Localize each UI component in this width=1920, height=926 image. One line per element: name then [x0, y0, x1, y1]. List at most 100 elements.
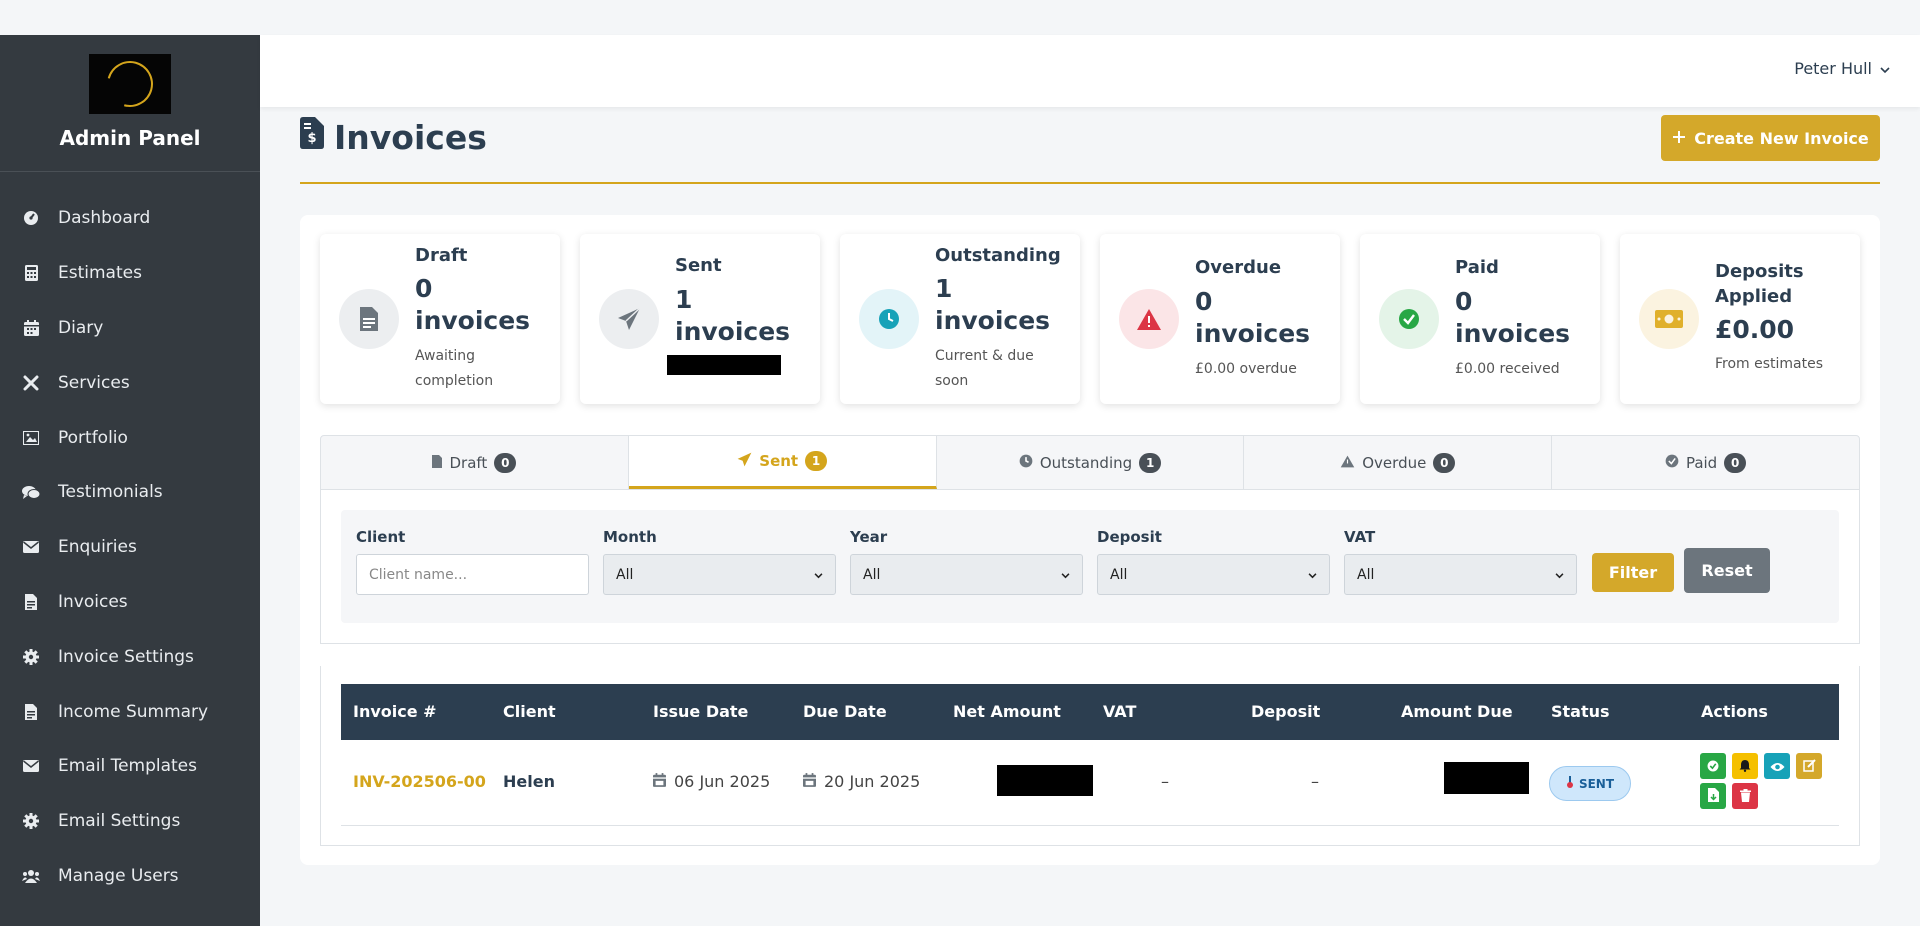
sidebar-item-manage-users[interactable]: Manage Users: [0, 849, 260, 904]
deposit-value: –: [1311, 772, 1319, 791]
sidebar-item-label: Dashboard: [58, 208, 151, 229]
chevron-down-icon: [1061, 567, 1070, 583]
tab-outstanding[interactable]: Outstanding 1: [937, 436, 1245, 489]
status-text: SENT: [1578, 776, 1615, 791]
sidebar-nav: Dashboard Estimates Diary Services Portf…: [0, 172, 260, 903]
paper-plane-icon: [737, 452, 752, 471]
sidebar-item-diary[interactable]: Diary: [0, 301, 260, 356]
month-label: Month: [603, 528, 657, 546]
download-pdf-button[interactable]: [1700, 783, 1726, 809]
sidebar-item-label: Email Templates: [58, 756, 197, 777]
sidebar-item-email-templates[interactable]: Email Templates: [0, 739, 260, 794]
money-icon: [1639, 289, 1699, 349]
stat-subtext: Current & due soon: [935, 347, 1034, 390]
sidebar-item-portfolio[interactable]: Portfolio: [0, 410, 260, 465]
reset-button[interactable]: Reset: [1684, 548, 1770, 593]
sidebar-item-enquiries[interactable]: Enquiries: [0, 520, 260, 575]
client-filter: Client Client name...: [356, 528, 589, 595]
year-select[interactable]: All: [850, 554, 1083, 595]
invoice-number-link[interactable]: INV-202506-00: [353, 772, 486, 791]
vat-select[interactable]: All: [1344, 554, 1577, 595]
tab-label: Overdue: [1362, 453, 1427, 472]
create-invoice-button[interactable]: Create New Invoice: [1661, 115, 1880, 161]
deposit-select[interactable]: All: [1097, 554, 1330, 595]
sidebar-item-invoice-settings[interactable]: Invoice Settings: [0, 629, 260, 684]
column-header[interactable]: Status: [1551, 702, 1610, 721]
month-select-value: All: [616, 566, 634, 583]
column-header[interactable]: Issue Date: [653, 702, 748, 721]
sidebar-item-label: Enquiries: [58, 537, 137, 558]
client-name-input[interactable]: Client name...: [356, 554, 589, 595]
edit-invoice-button[interactable]: [1796, 753, 1822, 779]
stat-subtext: £0.00 overdue: [1195, 360, 1297, 377]
sidebar-item-label: Invoice Settings: [58, 646, 194, 667]
stat-card-deposits: Deposits Applied £0.00 From estimates: [1620, 234, 1860, 404]
chevron-down-icon: [1880, 59, 1890, 78]
send-reminder-button[interactable]: [1732, 753, 1758, 779]
filter-panel: Client Client name... Month All Year All…: [320, 490, 1860, 644]
tab-sent[interactable]: Sent 1: [628, 436, 937, 489]
sidebar-item-email-settings[interactable]: Email Settings: [0, 794, 260, 849]
tab-overdue[interactable]: Overdue 0: [1244, 436, 1553, 489]
stat-card-sent: Sent 1 invoices: [580, 234, 820, 404]
tab-draft[interactable]: Draft 0: [321, 436, 629, 489]
invoice-dollar-icon: $: [300, 117, 324, 157]
view-invoice-button[interactable]: [1764, 753, 1790, 779]
client-name: Helen: [503, 772, 555, 791]
sidebar-item-services[interactable]: Services: [0, 355, 260, 410]
user-name: Peter Hull: [1794, 59, 1872, 78]
table-row: INV-202506-00 Helen 06 Jun 2025 20 Jun 2…: [341, 740, 1839, 826]
tab-count-badge: 0: [494, 452, 517, 473]
deposit-label: Deposit: [1097, 528, 1162, 546]
page-title-text: Invoices: [334, 117, 487, 157]
sidebar-item-dashboard[interactable]: Dashboard: [0, 191, 260, 246]
calculator-icon: [22, 264, 40, 282]
invoice-icon: [22, 593, 40, 611]
user-menu[interactable]: Peter Hull: [1794, 59, 1890, 78]
stat-title: Sent: [675, 255, 722, 277]
file-download-icon: [1707, 787, 1719, 806]
column-header[interactable]: VAT: [1103, 702, 1136, 721]
status-tabs: Draft 0 Sent 1 Outstanding 1 Overdue 0 P…: [320, 435, 1860, 490]
sidebar-item-label: Manage Users: [58, 865, 179, 886]
tab-count-badge: 0: [1433, 452, 1456, 473]
tab-paid[interactable]: Paid 0: [1552, 436, 1859, 489]
trash-icon: [1739, 787, 1751, 806]
vat-value: –: [1161, 772, 1169, 791]
sidebar-item-income-summary[interactable]: Income Summary: [0, 684, 260, 739]
status-badge: SENT: [1549, 766, 1631, 801]
envelope-icon: [22, 757, 40, 775]
column-header[interactable]: Deposit: [1251, 702, 1320, 721]
issue-date-cell: 06 Jun 2025: [653, 772, 770, 791]
check-circle-icon: [1665, 454, 1679, 472]
filter-button[interactable]: Filter: [1592, 553, 1674, 592]
sidebar-item-invoices[interactable]: Invoices: [0, 575, 260, 630]
mark-paid-button[interactable]: [1700, 753, 1726, 779]
page-title: $ Invoices: [300, 117, 487, 157]
file-icon: [339, 289, 399, 349]
thermometer-icon: [1566, 776, 1574, 791]
stat-value: £0.00: [1715, 314, 1795, 344]
sidebar-item-label: Estimates: [58, 263, 142, 284]
bell-icon: [1739, 757, 1751, 776]
delete-invoice-button[interactable]: [1732, 783, 1758, 809]
column-header[interactable]: Due Date: [803, 702, 887, 721]
column-header[interactable]: Net Amount: [953, 702, 1061, 721]
stat-title: Paid: [1455, 257, 1499, 279]
eye-icon: [1770, 757, 1785, 776]
column-header[interactable]: Amount Due: [1401, 702, 1513, 721]
logo: [89, 52, 171, 116]
sidebar-item-label: Services: [58, 372, 130, 393]
chevron-down-icon: [1555, 567, 1564, 583]
column-header[interactable]: Invoice #: [353, 702, 437, 721]
image-icon: [22, 429, 40, 447]
edit-icon: [1802, 757, 1816, 776]
warning-icon: [1340, 454, 1355, 472]
issue-date: 06 Jun 2025: [674, 772, 771, 791]
column-header[interactable]: Client: [503, 702, 556, 721]
stat-card-outstanding: Outstanding 1 invoices Current & due soo…: [840, 234, 1080, 404]
sidebar-item-testimonials[interactable]: Testimonials: [0, 465, 260, 520]
month-select[interactable]: All: [603, 554, 836, 595]
comments-icon: [22, 483, 40, 501]
sidebar-item-estimates[interactable]: Estimates: [0, 246, 260, 301]
